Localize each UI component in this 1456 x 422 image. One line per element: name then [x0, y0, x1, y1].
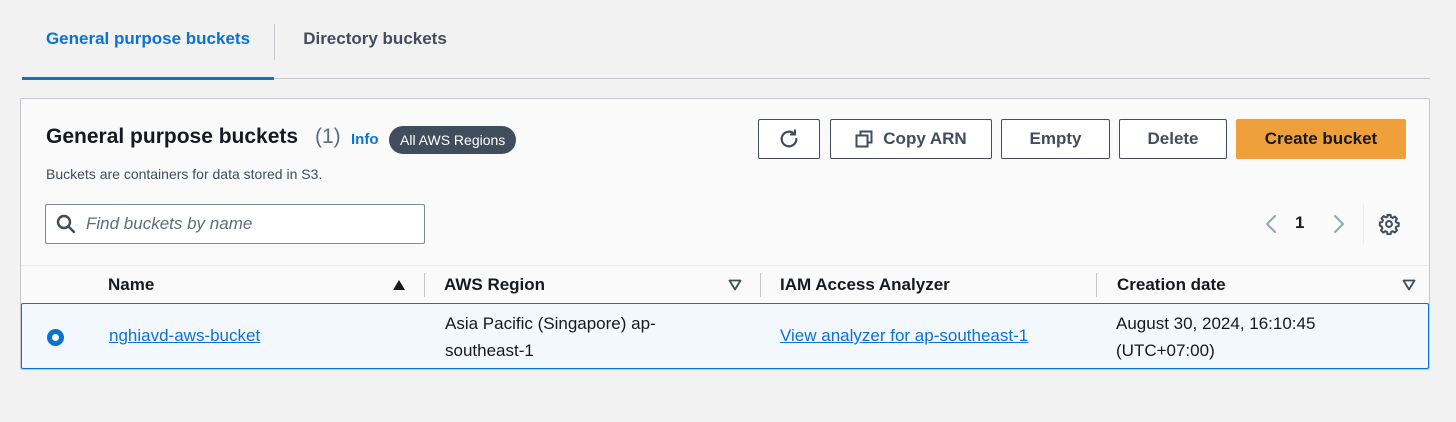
- refresh-button[interactable]: [758, 119, 820, 159]
- copy-arn-button[interactable]: Copy ARN: [830, 119, 992, 159]
- info-link[interactable]: Info: [351, 131, 379, 148]
- row-select-radio[interactable]: [47, 329, 64, 346]
- bucket-name-link[interactable]: nghiavd-aws-bucket: [109, 322, 260, 349]
- panel-description: Buckets are containers for data stored i…: [46, 166, 323, 182]
- search-input[interactable]: [86, 214, 406, 234]
- gear-icon: [1378, 213, 1400, 235]
- bucket-search[interactable]: [45, 204, 425, 244]
- bucket-count: (1): [315, 125, 341, 148]
- bucket-region: Asia Pacific (Singapore) ap-southeast-1: [445, 314, 656, 360]
- delete-button[interactable]: Delete: [1119, 119, 1227, 159]
- chevron-left-icon: [1265, 214, 1277, 234]
- chevron-right-icon: [1333, 214, 1345, 234]
- column-divider: [1096, 273, 1097, 297]
- copy-icon: [855, 130, 873, 148]
- sort-ascending-icon[interactable]: [391, 278, 407, 292]
- copy-arn-label: Copy ARN: [883, 129, 967, 148]
- pagination-divider: [1363, 204, 1364, 244]
- bucket-creation-date: August 30, 2024, 16:10:45 (UTC+07:00): [1116, 314, 1316, 360]
- search-icon: [56, 214, 76, 234]
- table-row[interactable]: nghiavd-aws-bucket Asia Pacific (Singapo…: [21, 303, 1429, 369]
- bucket-type-tabs: General purpose buckets Directory bucket…: [22, 0, 1430, 80]
- empty-button[interactable]: Empty: [1001, 119, 1110, 159]
- column-divider: [424, 273, 425, 297]
- column-header-aws-region[interactable]: AWS Region: [444, 266, 545, 304]
- next-page-button[interactable]: [1329, 212, 1349, 236]
- tab-directory-buckets[interactable]: Directory buckets: [275, 0, 475, 78]
- sort-toggle-icon[interactable]: [727, 278, 743, 292]
- table-settings-button[interactable]: [1377, 212, 1401, 236]
- previous-page-button[interactable]: [1261, 212, 1281, 236]
- column-header-iam-access-analyzer: IAM Access Analyzer: [780, 275, 950, 294]
- create-bucket-button[interactable]: Create bucket: [1236, 119, 1406, 159]
- refresh-icon: [780, 129, 798, 148]
- region-badge: All AWS Regions: [389, 126, 517, 154]
- column-divider: [760, 273, 761, 297]
- iam-analyzer-link[interactable]: View analyzer for ap-southeast-1: [780, 322, 1028, 349]
- column-header-creation-date[interactable]: Creation date: [1117, 266, 1226, 304]
- page-number[interactable]: 1: [1295, 213, 1304, 233]
- tab-general-purpose-buckets[interactable]: General purpose buckets: [22, 0, 274, 80]
- column-header-name[interactable]: Name: [108, 266, 154, 304]
- table-header: Name AWS Region IAM Access Analyzer Crea…: [21, 265, 1429, 303]
- panel-title: General purpose buckets: [46, 125, 299, 148]
- sort-toggle-icon[interactable]: [1401, 278, 1417, 292]
- buckets-panel: General purpose buckets (1) Info All AWS…: [20, 98, 1430, 370]
